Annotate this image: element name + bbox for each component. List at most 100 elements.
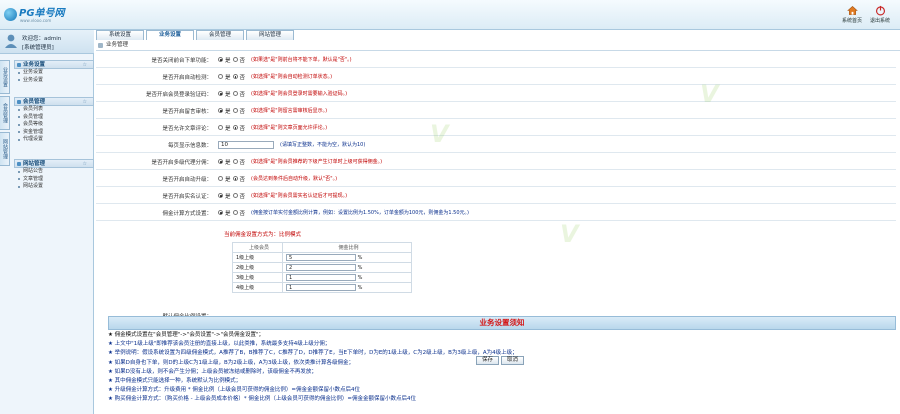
vtab-website[interactable]: 网站管理: [0, 132, 10, 166]
collapse-icon[interactable]: ☆: [83, 160, 87, 168]
setting-row: 是否开启自动检测： 是 否 (如选择"是"则会自动检测订单状态。): [96, 69, 896, 85]
logout-button[interactable]: 退出系统: [870, 5, 890, 24]
menu-item[interactable]: 业务设置: [14, 77, 94, 85]
site-logo[interactable]: PG单号网 www.vlooo.com: [4, 4, 65, 24]
radio-no-label: 否: [239, 193, 246, 200]
setting-label: 是否开启自动检测：: [162, 74, 212, 81]
menu-item[interactable]: 会员列表: [14, 106, 94, 114]
setting-note: (如选择"是"则留言需审核后显示。): [251, 108, 328, 114]
tab-website[interactable]: 网站管理: [246, 30, 294, 40]
table-row: 1级上级 5 %: [232, 252, 412, 263]
menu-group-header[interactable]: 业务设置 ☆: [14, 60, 94, 69]
rate-input[interactable]: 2: [286, 264, 356, 271]
radio-no[interactable]: [232, 176, 238, 181]
rate-input[interactable]: 1: [286, 274, 356, 281]
menu-item[interactable]: 网站设置: [14, 183, 94, 191]
page-size-input[interactable]: 10: [218, 140, 274, 149]
folder-icon: [17, 100, 21, 104]
menu-item[interactable]: 会员等级: [14, 121, 94, 129]
rate-unit: %: [357, 265, 363, 271]
menu-item[interactable]: 业务设置: [14, 69, 94, 77]
radio-no-label: 否: [239, 210, 246, 217]
menu-group-title: 会员管理: [23, 99, 46, 105]
logo-icon: [4, 7, 17, 21]
setting-label: 是否开启实名认证：: [162, 193, 212, 200]
notice-line: ★ 举例说明：假设系统设置为四级佣金模式，A推荐了B，B推荐了C，C推荐了D，D…: [108, 350, 518, 357]
vtab-business[interactable]: 业务设置: [0, 60, 10, 94]
setting-note: (请填写正整数，不能为空，默认为10): [280, 142, 366, 148]
setting-row: 是否关闭前台下单功能： 是 否 (如果选"是"则前台将不能下单，默认是"否"。): [96, 52, 896, 68]
level-cell: 2级上级: [232, 262, 283, 273]
user-role: [系统管理员]: [22, 45, 54, 51]
vtab-members[interactable]: 会员管理: [0, 96, 10, 130]
radio-no[interactable]: [232, 159, 238, 164]
radio-yes-label: 是: [225, 57, 231, 64]
home-button[interactable]: 系统首页: [842, 5, 862, 24]
notice-line: ★ 如果D没有上级，则不会产生分佣；上级会员被冻结或删除时，该级佣金不再发放；: [108, 368, 317, 375]
setting-row: 是否开启自动升级： 是 否 (会员达到条件后自动升级，默认"否"。): [96, 171, 896, 187]
radio-yes[interactable]: [218, 74, 223, 79]
radio-no-label: 否: [239, 159, 246, 166]
radio-yes-label: 是: [225, 108, 231, 115]
menu-item[interactable]: 资金管理: [14, 129, 94, 137]
breadcrumb: 业务管理: [96, 40, 900, 51]
sidebar: 欢迎您：admin [系统管理员] 业务设置 会员管理 网站管理 业务设置 ☆ 业…: [0, 30, 94, 414]
menu-group-title: 网站管理: [23, 161, 46, 167]
setting-note: (如选择"是"则文章页面允许评论。): [251, 125, 328, 131]
menu-group-header[interactable]: 网站管理 ☆: [14, 159, 94, 168]
notice-line: ★ 如果D自身也下单，则D的上级C为1级上级，B为2级上级，A为3级上级，依次类…: [108, 359, 355, 366]
rate-input[interactable]: 1: [286, 284, 356, 291]
radio-no[interactable]: [232, 108, 238, 113]
level-cell: 1级上级: [232, 252, 283, 263]
collapse-icon[interactable]: ☆: [83, 61, 87, 69]
radio-no[interactable]: [232, 74, 238, 79]
radio-yes-label: 是: [225, 159, 231, 166]
logout-label: 退出系统: [870, 18, 891, 24]
radio-yes[interactable]: [218, 91, 223, 96]
column-header: 上级会员: [232, 242, 283, 253]
vertical-tabs: 业务设置 会员管理 网站管理: [0, 60, 12, 168]
tab-business[interactable]: 业务设置: [146, 30, 194, 40]
radio-no[interactable]: [232, 193, 238, 198]
radio-no-label: 否: [239, 125, 246, 132]
setting-label: 佣金计算方式设置：: [162, 210, 212, 217]
radio-yes-label: 是: [225, 125, 231, 132]
radio-no[interactable]: [232, 57, 238, 62]
home-label: 系统首页: [842, 18, 863, 24]
radio-yes[interactable]: [218, 176, 223, 181]
radio-yes[interactable]: [218, 108, 223, 113]
radio-yes-label: 是: [225, 176, 231, 183]
menu-item[interactable]: 网站公告: [14, 168, 94, 176]
menu-item[interactable]: 文章管理: [14, 176, 94, 184]
radio-no[interactable]: [232, 91, 238, 96]
table-row: 2级上级 2 %: [232, 262, 412, 273]
setting-note: (如选择"是"则会自动检测订单状态。): [251, 74, 333, 80]
radio-yes[interactable]: [218, 193, 223, 198]
rate-unit: %: [357, 285, 363, 291]
radio-yes-label: 是: [225, 91, 231, 98]
radio-no[interactable]: [232, 210, 238, 215]
setting-label: 是否允许文章评论：: [162, 125, 212, 132]
folder-icon: [17, 162, 21, 166]
radio-yes[interactable]: [218, 159, 223, 164]
radio-no-label: 否: [239, 57, 246, 64]
rate-cell: 1 %: [282, 272, 412, 283]
tab-system[interactable]: 系统设置: [96, 30, 144, 40]
radio-yes[interactable]: [218, 125, 223, 130]
setting-note: (佣金按订单实付金额比例计算，例如：设置比例为1.50%，订单金额为100元，则…: [251, 210, 469, 216]
radio-yes-label: 是: [225, 210, 231, 217]
rate-input[interactable]: 5: [286, 254, 356, 261]
logout-icon: [875, 5, 885, 16]
setting-row: 是否允许文章评论： 是 否 (如选择"是"则文章页面允许评论。): [96, 120, 896, 136]
setting-label: 是否开启自动升级：: [162, 176, 212, 183]
collapse-icon[interactable]: ☆: [83, 98, 87, 106]
menu-group-header[interactable]: 会员管理 ☆: [14, 97, 94, 106]
menu-item[interactable]: 会员管理: [14, 114, 94, 122]
setting-note: (如选择"是"则会员需实名认证后才可提现。): [251, 193, 348, 199]
menu-item[interactable]: 代理设置: [14, 136, 94, 144]
radio-yes[interactable]: [218, 57, 223, 62]
setting-row: 是否开启多级代理分佣： 是 否 (如选择"是"则会员推荐的下级产生订单时上级可获…: [96, 154, 896, 170]
radio-yes[interactable]: [218, 210, 223, 215]
radio-no[interactable]: [232, 125, 238, 130]
tab-members[interactable]: 会员管理: [196, 30, 244, 40]
